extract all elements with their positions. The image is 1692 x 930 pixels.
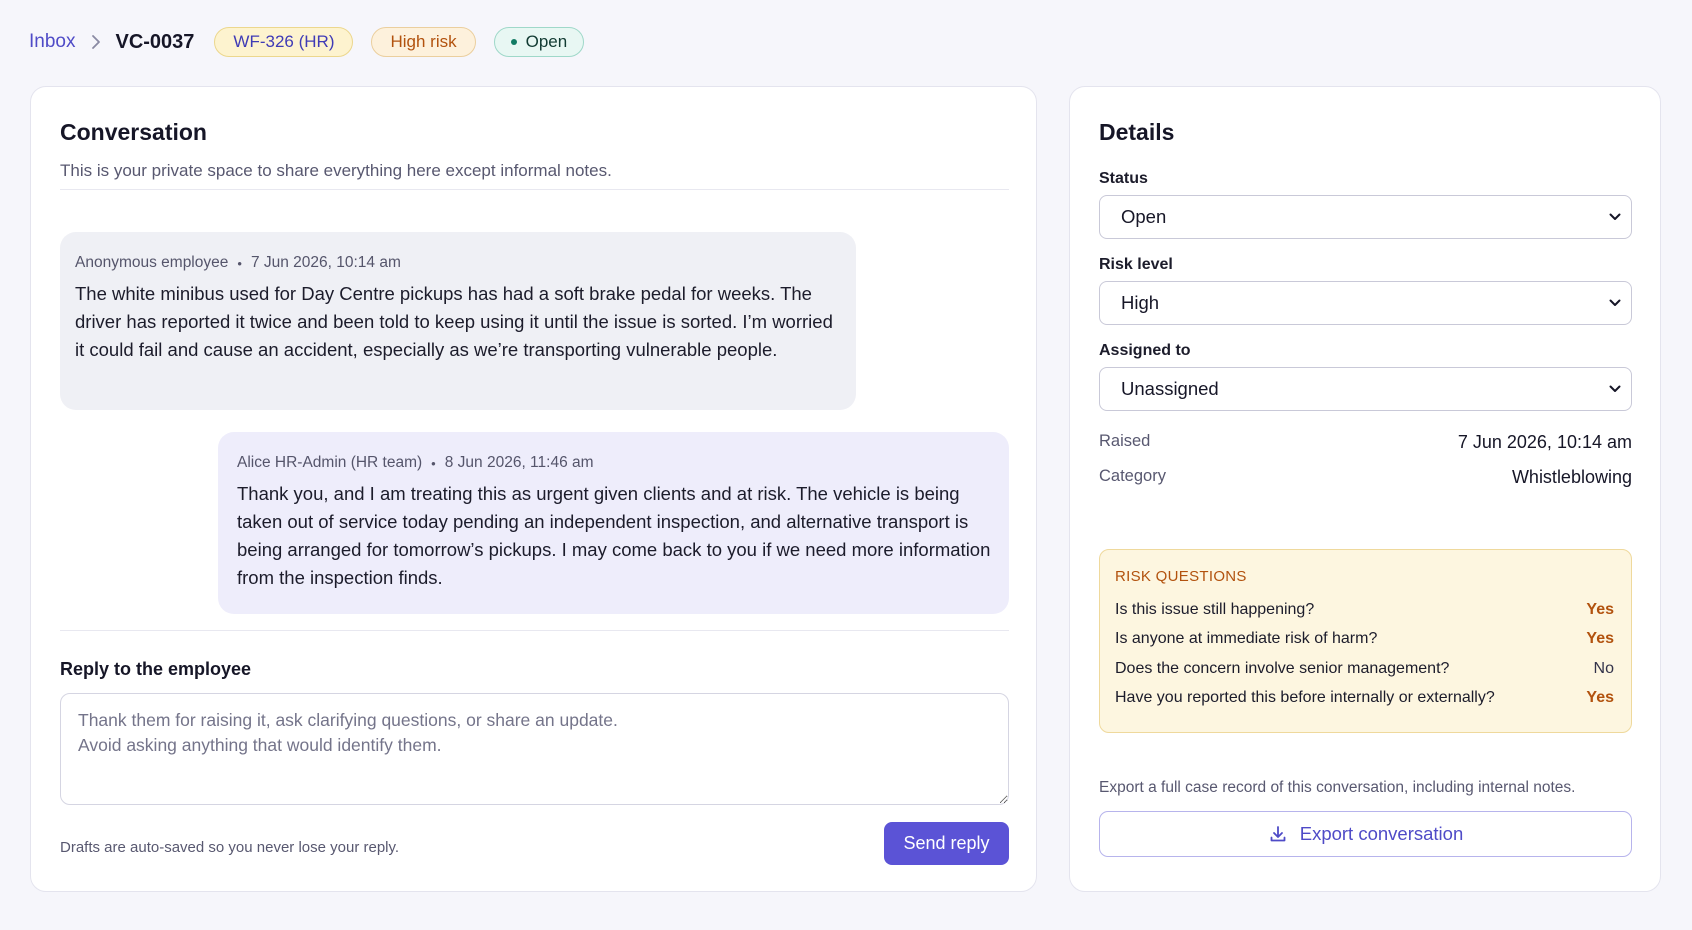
risk-question: Is anyone at immediate risk of harm? [1115, 630, 1378, 648]
message-hr: Alice HR-Admin (HR team) • 8 Jun 2026, 1… [218, 432, 1009, 614]
risk-level-label: Risk level [1099, 256, 1173, 273]
status-badge: Open [493, 27, 585, 57]
assigned-to-select-value: Unassigned [1121, 378, 1219, 399]
message-employee: Anonymous employee • 7 Jun 2026, 10:14 a… [60, 232, 856, 410]
message-meta: Anonymous employee • 7 Jun 2026, 10:14 a… [75, 254, 841, 272]
risk-level-select-value: High [1121, 292, 1160, 313]
status-label: Status [1099, 170, 1148, 187]
export-note: Export a full case record of this conver… [1099, 779, 1576, 796]
message-author: Anonymous employee [75, 254, 229, 271]
status-select[interactable]: Open [1099, 195, 1632, 239]
assigned-to-select[interactable]: Unassigned [1099, 367, 1632, 411]
chevron-right-icon [91, 34, 101, 50]
message-author: Alice HR-Admin (HR team) [237, 454, 423, 471]
download-icon [1268, 824, 1288, 844]
meta-separator: • [237, 255, 242, 271]
raised-label: Raised [1099, 432, 1151, 450]
risk-level-select[interactable]: High [1099, 281, 1632, 325]
workflow-badge: WF-326 (HR) [214, 27, 354, 57]
raised-value: 7 Jun 2026, 10:14 am [1457, 432, 1632, 452]
risk-answer: Yes [1586, 630, 1614, 648]
divider [60, 189, 1009, 190]
risk-questions-title: RISK QUESTIONS [1115, 568, 1247, 585]
message-meta: Alice HR-Admin (HR team) • 8 Jun 2026, 1… [237, 454, 994, 472]
conversation-subtitle: This is your private space to share ever… [60, 161, 612, 180]
conversation-title: Conversation [60, 119, 207, 145]
meta-separator: • [431, 455, 436, 471]
risk-answer: No [1593, 659, 1614, 677]
export-conversation-button[interactable]: Export conversation [1099, 811, 1632, 857]
details-panel: Details Status Open Risk level High Assi… [1069, 86, 1661, 892]
reply-label: Reply to the employee [60, 659, 252, 679]
risk-question: Have you reported this before internally… [1115, 689, 1495, 707]
category-label: Category [1099, 467, 1166, 485]
risk-question-row: Is anyone at immediate risk of harm? Yes [1115, 625, 1614, 655]
status-badge-label: Open [525, 32, 568, 51]
divider [60, 630, 1009, 631]
details-title: Details [1099, 119, 1175, 145]
status-select-value: Open [1121, 206, 1167, 227]
risk-question-row: Does the concern involve senior manageme… [1115, 654, 1614, 684]
category-row: Category Whistleblowing [1099, 467, 1632, 488]
breadcrumb: Inbox VC-0037 WF-326 (HR) High risk Open [29, 26, 602, 58]
export-button-label: Export conversation [1299, 823, 1464, 844]
case-id: VC-0037 [115, 30, 195, 53]
chevron-down-icon [1609, 299, 1621, 307]
breadcrumb-inbox-link[interactable]: Inbox [29, 31, 75, 53]
message-timestamp: 7 Jun 2026, 10:14 am [250, 254, 401, 271]
message-text: The white minibus used for Day Centre pi… [75, 283, 833, 360]
risk-question-row: Have you reported this before internally… [1115, 684, 1614, 714]
raised-row: Raised 7 Jun 2026, 10:14 am [1099, 432, 1632, 453]
message-text: Thank you, and I am treating this as urg… [237, 483, 991, 588]
risk-question: Is this issue still happening? [1115, 600, 1315, 618]
risk-answer: Yes [1586, 600, 1614, 618]
risk-badge: High risk [371, 27, 476, 57]
reply-textarea[interactable] [60, 693, 1009, 805]
risk-question: Does the concern involve senior manageme… [1115, 659, 1450, 677]
send-reply-button[interactable]: Send reply [884, 822, 1009, 865]
category-value: Whistleblowing [1511, 467, 1632, 487]
message-timestamp: 8 Jun 2026, 11:46 am [444, 454, 594, 471]
conversation-panel: Conversation This is your private space … [30, 86, 1037, 892]
chevron-down-icon [1609, 213, 1621, 221]
risk-answer: Yes [1586, 689, 1614, 707]
drafts-note: Drafts are auto-saved so you never lose … [60, 839, 400, 856]
chevron-down-icon [1609, 385, 1621, 393]
risk-questions-box: RISK QUESTIONS Is this issue still happe… [1099, 549, 1632, 733]
assigned-to-label: Assigned to [1099, 342, 1191, 359]
status-dot-icon [510, 39, 517, 45]
risk-question-row: Is this issue still happening? Yes [1115, 595, 1614, 625]
